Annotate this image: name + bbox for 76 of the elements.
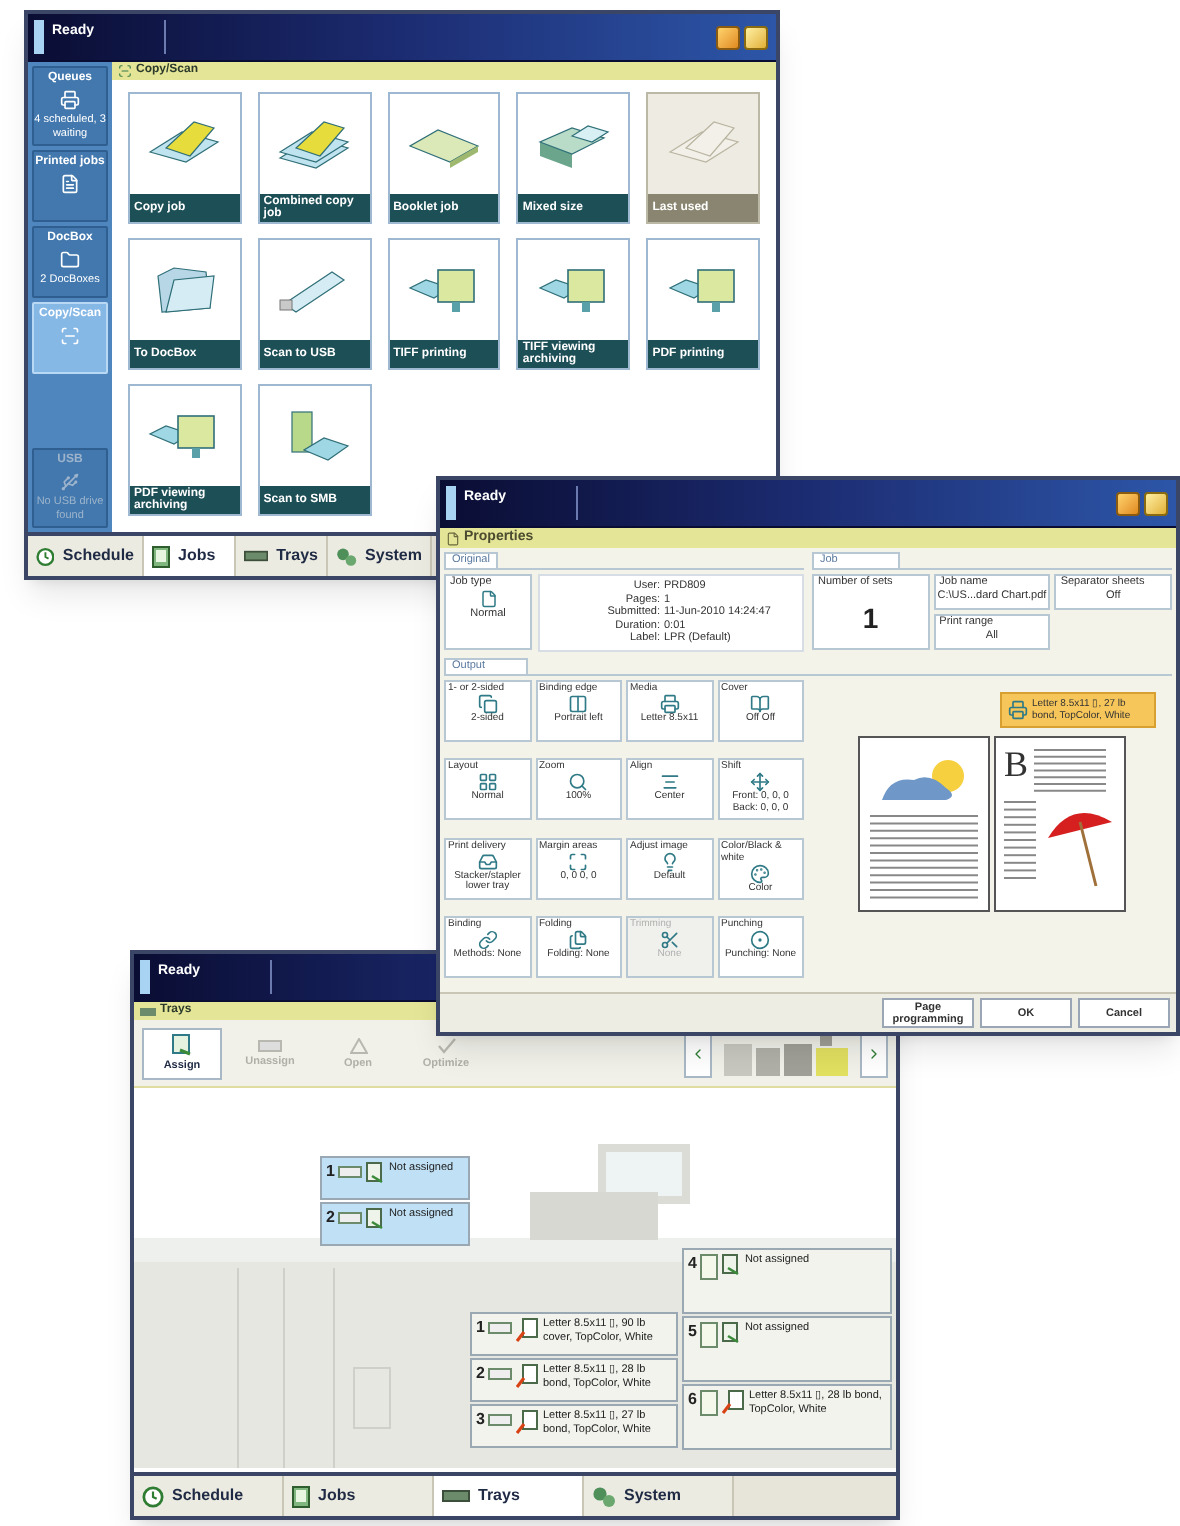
document-icon [479,590,497,608]
tray-icon [700,1390,719,1416]
assign-icon [172,1034,192,1056]
tray-icon [477,851,498,872]
tray-number: 5 [688,1322,697,1340]
printer-system-drawing [720,1031,852,1075]
info-button[interactable] [1144,491,1168,515]
status-button[interactable] [716,25,740,49]
nav-tab[interactable]: System [584,1476,734,1516]
lightbulb-icon [659,851,680,872]
tray-icon [244,550,269,562]
link-icon [477,930,498,951]
triangle-icon [349,1037,367,1053]
status-indicator [34,20,44,54]
usb-icon [60,472,80,492]
book-icon [750,693,771,713]
nav-tab[interactable]: Trays [236,536,328,576]
status-button[interactable] [1116,491,1140,515]
nav-tab[interactable]: Jobs [284,1476,434,1516]
files-icon [568,930,589,951]
folder-icon [60,250,80,270]
tray-number: 1 [476,1318,485,1336]
scan-icon [60,326,80,346]
check-icon [437,1037,455,1053]
preview-letter: B [1004,745,1029,787]
scan-icon [118,64,132,78]
tray-number: 3 [476,1410,485,1428]
pages-icon [477,693,498,713]
clock-icon [36,545,55,567]
document-icon [446,531,460,545]
tray-icon [140,1007,156,1015]
printer-icon [659,693,680,713]
text-lines-drawing [1034,745,1107,793]
columns-icon [568,693,589,713]
chevron-right-icon [866,1045,882,1061]
tray-icon [488,1414,513,1426]
status-indicator [446,486,456,520]
tray-icon [488,1368,513,1380]
tray-icon [338,1166,363,1178]
tray-number: 6 [688,1390,697,1408]
tray-icon [258,1039,282,1051]
tray-icon [488,1322,513,1334]
nav-tab[interactable]: Jobs [144,536,236,576]
status-indicator [140,960,150,994]
clock-icon [142,1485,164,1507]
align-icon [659,772,680,793]
field-value: 1 [860,600,881,638]
palette-icon [750,863,771,884]
nav-tab[interactable]: System [328,536,432,576]
document-icon [292,1485,310,1507]
tray-icon [442,1490,470,1502]
printer-icon [60,90,80,110]
tray-number: 2 [476,1364,485,1382]
frame-icon [568,851,589,872]
gears-icon [592,1485,616,1507]
nav-tab[interactable]: Schedule [28,536,144,576]
tray-icon [700,1254,719,1280]
tray-icon [338,1212,363,1224]
document-stack-drawing [276,118,353,170]
tray-number: 2 [326,1208,335,1226]
document-icon [60,174,80,194]
info-button[interactable] [744,25,768,49]
punch-icon [750,930,771,951]
tray-number: 1 [326,1162,335,1180]
zoom-icon [568,772,589,793]
chevron-left-icon [690,1045,706,1061]
grid-icon [477,772,498,793]
tray-icon [700,1322,719,1348]
document-icon [152,545,170,567]
gears-icon [336,545,358,567]
scissors-icon [659,930,680,951]
nav-tab[interactable]: Schedule [134,1476,284,1516]
move-arrows-icon [750,772,771,793]
printer-icon [1008,699,1028,719]
tray-number: 4 [688,1254,697,1272]
nav-tab[interactable]: Trays [434,1476,584,1516]
